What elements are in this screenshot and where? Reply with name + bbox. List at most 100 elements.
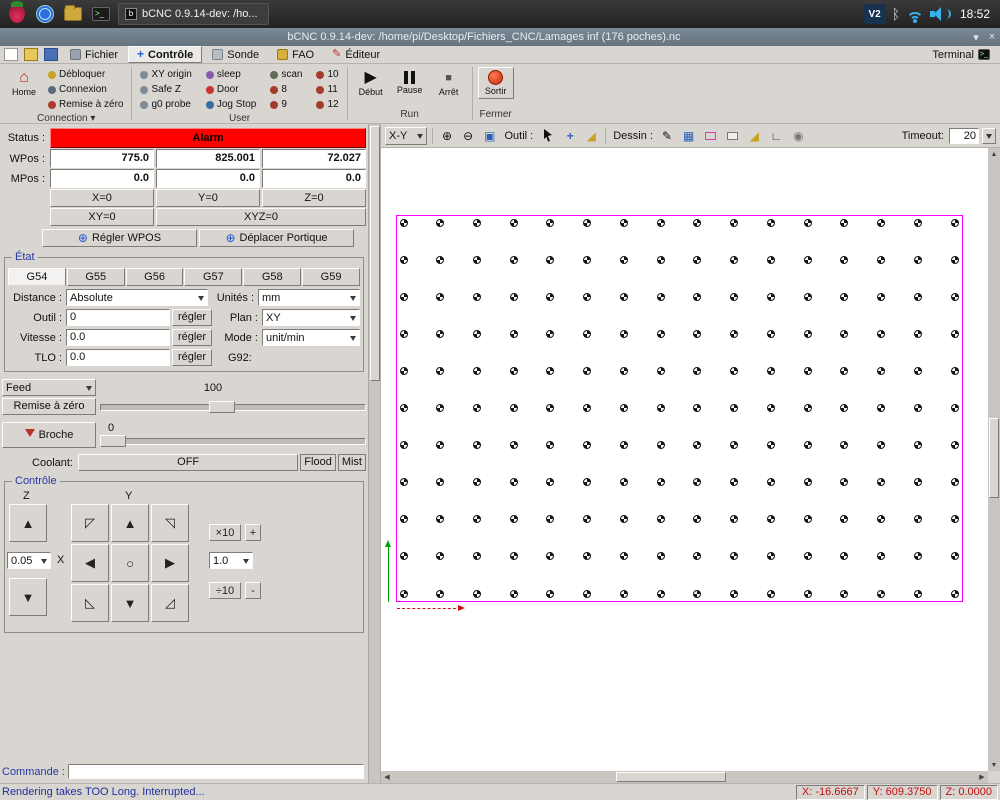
drill-hole[interactable] <box>656 589 665 598</box>
drill-hole[interactable] <box>803 441 812 450</box>
jog-z-down-button[interactable]: ▼ <box>9 578 47 616</box>
drill-hole[interactable] <box>730 441 739 450</box>
drill-hole[interactable] <box>472 478 481 487</box>
gcode-tab-g55[interactable]: G55 <box>66 268 125 286</box>
gcode-tab-g56[interactable]: G56 <box>125 268 184 286</box>
macro-scan-button[interactable]: scan <box>267 68 305 81</box>
scroll-down-icon[interactable]: ▼ <box>988 759 1000 771</box>
drill-hole[interactable] <box>913 404 922 412</box>
drill-hole[interactable] <box>546 552 555 561</box>
drill-hole[interactable] <box>436 366 445 375</box>
bluetooth-icon[interactable]: ᛒ <box>892 6 900 22</box>
gcode-tab-g57[interactable]: G57 <box>184 268 243 286</box>
macro-11-button[interactable]: 11 <box>313 83 341 96</box>
drill-hole[interactable] <box>693 255 702 264</box>
drill-hole[interactable] <box>399 589 408 598</box>
drill-hole[interactable] <box>583 515 592 524</box>
drill-hole[interactable] <box>436 515 445 524</box>
macro-door-button[interactable]: Door <box>203 83 259 96</box>
slider-thumb[interactable] <box>209 400 236 413</box>
drill-hole[interactable] <box>730 329 739 338</box>
drill-hole[interactable] <box>656 255 665 264</box>
drill-hole[interactable] <box>472 218 481 227</box>
zoom-in-icon[interactable]: ⊕ <box>438 127 456 145</box>
drill-hole[interactable] <box>877 404 886 412</box>
drill-hole[interactable] <box>546 478 555 487</box>
macro-safe-z-button[interactable]: Safe Z <box>137 83 194 96</box>
tab-fichier[interactable]: Fichier <box>62 46 126 63</box>
zoom-fit-icon[interactable]: ▣ <box>480 127 499 145</box>
xy-zero-button[interactable]: XY=0 <box>50 208 154 226</box>
drill-hole[interactable] <box>803 366 812 375</box>
drill-hole[interactable] <box>913 478 922 487</box>
drill-hole[interactable] <box>436 218 445 227</box>
drill-hole[interactable] <box>436 552 445 561</box>
tlo-set-button[interactable]: régler <box>172 349 212 366</box>
drill-hole[interactable] <box>840 515 849 524</box>
drill-hole[interactable] <box>693 515 702 524</box>
drill-hole[interactable] <box>693 552 702 561</box>
drill-hole[interactable] <box>546 366 555 375</box>
drill-hole[interactable] <box>656 292 665 301</box>
status-alarm-button[interactable]: Alarm <box>50 128 366 148</box>
drill-hole[interactable] <box>803 218 812 227</box>
drill-hole[interactable] <box>840 329 849 338</box>
drill-hole[interactable] <box>840 552 849 561</box>
jog-se-button[interactable]: ◿ <box>151 584 189 622</box>
drill-hole[interactable] <box>509 589 518 598</box>
canvas-horizontal-scrollbar[interactable]: ◀ ▶ <box>380 771 988 783</box>
jog-z-up-button[interactable]: ▲ <box>9 504 47 542</box>
drill-hole[interactable] <box>509 515 518 524</box>
drill-hole[interactable] <box>913 329 922 338</box>
drill-hole[interactable] <box>509 552 518 561</box>
spindle-button[interactable]: Broche <box>2 422 96 448</box>
drill-hole[interactable] <box>840 292 849 301</box>
drill-hole[interactable] <box>656 552 665 561</box>
drill-hole[interactable] <box>950 218 959 227</box>
camera-toggle-icon[interactable]: ◉ <box>789 127 807 145</box>
drill-hole[interactable] <box>399 292 408 301</box>
tab-controle[interactable]: + Contrôle <box>128 46 203 63</box>
macro-sleep-button[interactable]: sleep <box>203 68 259 81</box>
x-zero-button[interactable]: X=0 <box>50 189 154 207</box>
drill-hole[interactable] <box>583 329 592 338</box>
tab-sonde[interactable]: Sonde <box>204 46 267 63</box>
drill-hole[interactable] <box>583 552 592 561</box>
drill-hole[interactable] <box>619 441 628 450</box>
drill-hole[interactable] <box>840 366 849 375</box>
drill-hole[interactable] <box>950 441 959 450</box>
drill-hole[interactable] <box>509 329 518 338</box>
drill-hole[interactable] <box>399 441 408 450</box>
drill-hole[interactable] <box>546 255 555 264</box>
drill-hole[interactable] <box>840 441 849 450</box>
drill-hole[interactable] <box>766 478 775 487</box>
drill-hole[interactable] <box>546 404 555 412</box>
drill-hole[interactable] <box>730 404 739 412</box>
open-file-icon[interactable] <box>24 48 38 61</box>
drill-hole[interactable] <box>583 292 592 301</box>
axes-toggle-icon[interactable]: ∟ <box>766 127 786 145</box>
connection-group-label[interactable]: Connection ▾ <box>2 113 130 124</box>
drill-hole[interactable] <box>472 404 481 412</box>
drill-hole[interactable] <box>766 218 775 227</box>
drill-hole[interactable] <box>803 329 812 338</box>
move-gantry-button[interactable]: ⊕ Déplacer Portique <box>199 229 354 247</box>
drill-hole[interactable] <box>693 589 702 598</box>
feedrate-input[interactable]: 0.0 <box>66 329 170 346</box>
drill-hole[interactable] <box>399 404 408 412</box>
drill-hole[interactable] <box>730 218 739 227</box>
z-zero-button[interactable]: Z=0 <box>262 189 366 207</box>
drill-hole[interactable] <box>950 552 959 561</box>
drill-hole[interactable] <box>803 589 812 598</box>
step-div10-button[interactable]: ÷10 <box>209 582 241 599</box>
drill-hole[interactable] <box>730 515 739 524</box>
drill-hole[interactable] <box>509 292 518 301</box>
drill-hole[interactable] <box>950 255 959 264</box>
canvas-vertical-scrollbar[interactable]: ▲ ▼ <box>988 148 1000 771</box>
drill-hole[interactable] <box>877 218 886 227</box>
drill-hole[interactable] <box>950 478 959 487</box>
macro-jog-stop-button[interactable]: Jog Stop <box>203 98 259 111</box>
tool-set-button[interactable]: régler <box>172 309 212 326</box>
margins-toggle-icon[interactable] <box>701 127 720 145</box>
drill-hole[interactable] <box>730 292 739 301</box>
